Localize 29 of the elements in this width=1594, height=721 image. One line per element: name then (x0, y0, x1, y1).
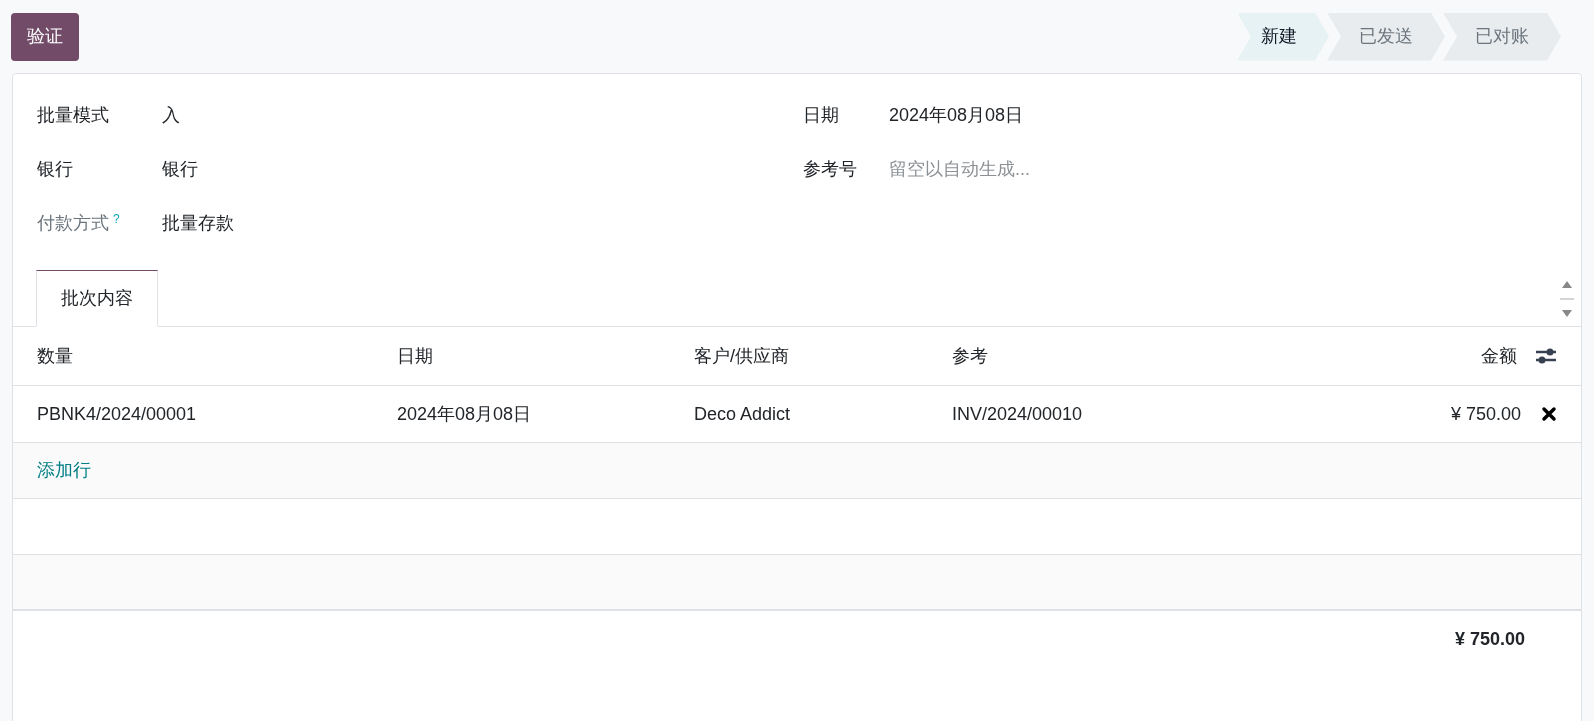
table-cell-text: ¥ 750.00 (1449, 402, 1521, 426)
field-value[interactable]: 入 (162, 101, 180, 129)
field-value[interactable]: 2024年08月08日 (889, 101, 1024, 129)
reference-input[interactable]: 留空以自动生成... (889, 155, 1289, 183)
validate-button[interactable]: 验证 (11, 12, 79, 61)
tab[interactable]: 批次内容 (36, 270, 158, 327)
column-header[interactable]: 参考 (952, 342, 1367, 370)
table-cell-text: 2024年08月08日 (397, 402, 533, 426)
table-cell-text: INV/2024/00010 (952, 402, 1084, 426)
column-header[interactable]: 数量 (37, 342, 397, 370)
field-label: 参考号 (803, 157, 858, 181)
table-cell-text: PBNK4/2024/00001 (37, 402, 198, 426)
add-line-link[interactable]: 添加行 (37, 457, 91, 484)
column-header[interactable]: 金额 (1367, 342, 1517, 370)
delete-icon[interactable] (1541, 406, 1557, 422)
column-header[interactable]: 日期 (397, 342, 694, 370)
field-label: 银行 (37, 157, 74, 181)
column-header[interactable]: 客户/供应商 (694, 342, 952, 370)
table-cell-text: Deco Addict (694, 402, 792, 426)
field-value[interactable]: 银行 (162, 155, 198, 183)
field-value[interactable]: 批量存款 (162, 209, 234, 237)
field-label: 付款方式 $^{?}$ (37, 210, 121, 235)
field-label: 批量模式 (37, 103, 110, 127)
total-amount: ¥ 750.00 (1454, 627, 1525, 651)
status-stage[interactable]: 已发送 (1327, 12, 1445, 61)
sliders-icon[interactable] (1535, 347, 1557, 365)
field-label: 日期 (803, 103, 840, 127)
status-stage[interactable]: 已对账 (1443, 12, 1561, 61)
status-stage[interactable]: 新建 (1237, 12, 1329, 61)
